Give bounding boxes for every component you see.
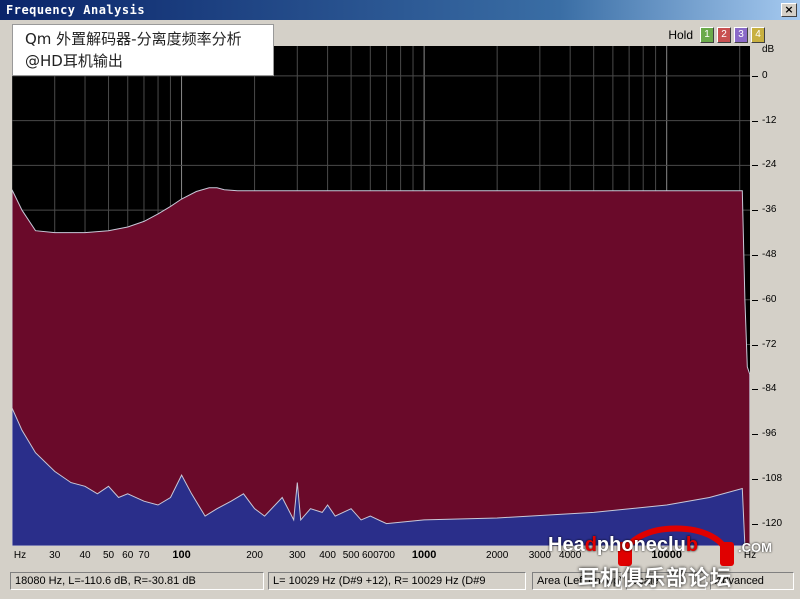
peak-readout: L= 10029 Hz (D#9 +12), R= 10029 Hz (D#9 bbox=[268, 572, 526, 590]
hold-button-2[interactable]: 2 bbox=[717, 27, 731, 43]
y-tick-label: -72 bbox=[762, 338, 777, 350]
y-tick-mark bbox=[752, 389, 758, 391]
y-tick-label: -108 bbox=[762, 472, 783, 484]
y-axis-unit: dB bbox=[762, 44, 775, 55]
y-tick-mark bbox=[752, 434, 758, 436]
x-tick-label: 1000 bbox=[411, 549, 437, 561]
hold-button-1[interactable]: 1 bbox=[700, 27, 714, 43]
hold-controls: Hold 1 2 3 4 bbox=[668, 26, 765, 44]
x-tick-label: 400 bbox=[319, 550, 336, 561]
cursor-readout: 18080 Hz, L=-110.6 dB, R=-30.81 dB bbox=[10, 572, 264, 590]
x-tick-label: 50 bbox=[102, 550, 115, 561]
x-tick-label: 40 bbox=[79, 550, 91, 561]
x-tick-label: 600 bbox=[361, 550, 379, 561]
y-tick-label: -84 bbox=[762, 383, 777, 395]
x-tick-label: 30 bbox=[49, 550, 61, 561]
logo-d: d bbox=[584, 534, 597, 556]
y-tick-label: -60 bbox=[762, 293, 777, 305]
logo-wordmark-a: Hea bbox=[548, 534, 585, 556]
logo-chinese: 耳机俱乐部论坛 bbox=[578, 566, 732, 590]
window-title: Frequency Analysis bbox=[6, 3, 146, 17]
y-tick-label: -12 bbox=[762, 114, 777, 126]
spectrum-chart bbox=[12, 46, 750, 546]
y-tick-mark bbox=[752, 254, 758, 256]
headphone-logo-icon bbox=[618, 525, 734, 566]
y-tick-mark bbox=[752, 165, 758, 167]
y-axis: dB 0 -12 -24 -36 -48 -60 -72 -84 -96 -108 -120 bbox=[752, 44, 792, 546]
headphoneclub-watermark: Headphoneclub .COM 耳机俱乐部论坛 bbox=[548, 498, 798, 592]
logo-wordmark-b: phoneclu bbox=[596, 534, 686, 556]
x-tick-label: 100 bbox=[172, 549, 191, 561]
y-tick-label: -48 bbox=[762, 248, 777, 260]
logo-b: b bbox=[685, 534, 699, 556]
logo-com: .COM bbox=[738, 540, 772, 555]
hold-label: Hold bbox=[668, 28, 693, 42]
y-tick-label: -36 bbox=[762, 204, 777, 216]
y-tick-label: 0 bbox=[762, 69, 768, 81]
y-tick-mark bbox=[752, 478, 758, 480]
x-tick-label: 70 bbox=[138, 550, 150, 561]
title-bar[interactable]: Frequency Analysis × bbox=[0, 0, 800, 20]
frequency-analysis-window: Frequency Analysis × Qm 外置解码器-分离度频率分析 @H… bbox=[0, 0, 800, 599]
note-line-2: @HD耳机输出 bbox=[25, 52, 123, 70]
x-tick-label: 300 bbox=[288, 550, 306, 561]
y-tick-mark bbox=[752, 210, 758, 212]
x-tick-label: 200 bbox=[246, 550, 263, 561]
y-tick-mark bbox=[752, 344, 758, 346]
close-button[interactable]: × bbox=[781, 3, 797, 17]
y-tick-label: -96 bbox=[762, 428, 777, 440]
x-tick-label: 2000 bbox=[486, 550, 509, 561]
y-tick-mark bbox=[752, 75, 758, 77]
annotation-note: Qm 外置解码器-分离度频率分析 @HD耳机输出 bbox=[12, 24, 274, 76]
x-axis-unit-left: Hz bbox=[13, 550, 27, 561]
y-tick-mark bbox=[752, 299, 758, 301]
y-tick-label: -24 bbox=[762, 159, 777, 171]
spectrum-plot[interactable] bbox=[12, 46, 750, 546]
logo-wordmark: Headphoneclub bbox=[548, 534, 698, 557]
hold-button-4[interactable]: 4 bbox=[751, 27, 765, 43]
x-tick-label: 700 bbox=[378, 550, 395, 561]
x-tick-label: 60 bbox=[122, 550, 134, 561]
hold-button-3[interactable]: 3 bbox=[734, 27, 748, 43]
x-tick-label: 500 bbox=[342, 550, 360, 561]
y-tick-mark bbox=[752, 120, 758, 122]
note-line-1: Qm 外置解码器-分离度频率分析 bbox=[25, 30, 242, 48]
series-left-area bbox=[12, 187, 750, 546]
